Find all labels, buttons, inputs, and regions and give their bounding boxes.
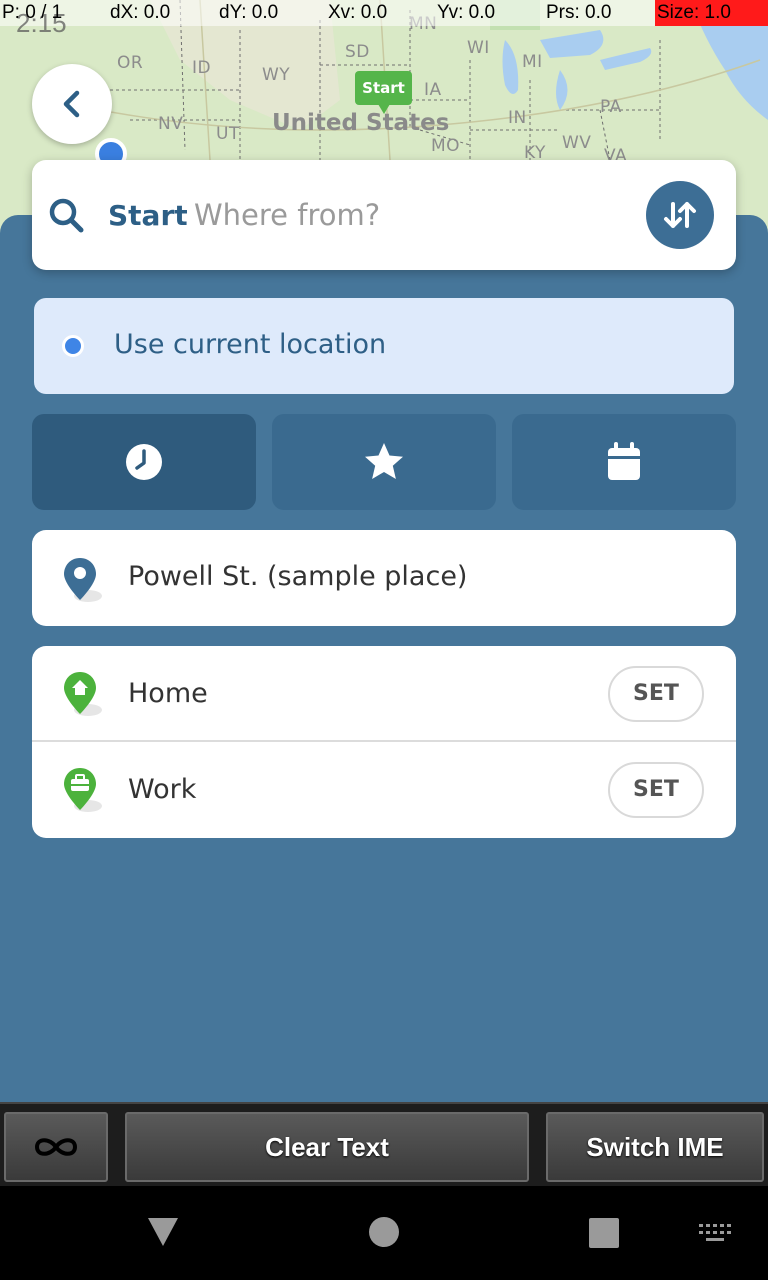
map-state-label: OR <box>117 53 144 73</box>
map-country-label: United States <box>272 110 450 136</box>
overlay-prs: Prs: 0.0 <box>546 2 612 23</box>
map-state-label: MO <box>431 136 461 156</box>
overlay-xv: Xv: 0.0 <box>328 2 388 23</box>
map-state-label: NV <box>158 114 184 134</box>
work-item[interactable]: Work SET <box>32 742 736 838</box>
map-state-label: ID <box>192 58 212 78</box>
chevron-left-icon <box>63 90 80 118</box>
back-nav-icon[interactable] <box>146 1216 180 1248</box>
recents-nav-icon[interactable] <box>588 1217 620 1249</box>
location-dot-icon <box>62 335 84 357</box>
overlay-yv: Yv: 0.0 <box>437 2 496 23</box>
search-label: Start <box>108 199 188 232</box>
start-location-input[interactable] <box>194 196 614 234</box>
tab-calendar[interactable] <box>512 414 736 510</box>
map-state-label: WV <box>562 133 592 153</box>
calendar-icon <box>608 442 640 480</box>
search-icon <box>49 198 84 233</box>
map-state-label: SD <box>345 42 370 62</box>
back-button[interactable] <box>32 64 112 144</box>
ime-toolbar: Clear Text Switch IME <box>0 1102 768 1186</box>
set-home-button[interactable]: SET <box>608 666 704 722</box>
current-location-label: Use current location <box>114 329 387 360</box>
home-item[interactable]: Home SET <box>32 646 736 741</box>
infinity-icon <box>34 1138 78 1156</box>
overlay-dx: dX: 0.0 <box>110 2 171 23</box>
clock-icon <box>126 444 162 480</box>
overlay-pointer: P: 0 / 1 <box>2 2 63 23</box>
recent-place-label: Powell St. (sample place) <box>128 561 468 592</box>
system-navigation-bar <box>0 1186 768 1280</box>
map-state-label: MI <box>522 52 543 72</box>
map-state-label: PA <box>600 97 622 117</box>
map-state-label: IN <box>508 108 527 128</box>
home-label: Home <box>128 678 208 709</box>
recent-place-item[interactable]: Powell St. (sample place) <box>32 530 736 626</box>
map-state-label: UT <box>216 124 240 144</box>
switch-ime-button[interactable]: Switch IME <box>546 1112 764 1182</box>
set-work-button[interactable]: SET <box>608 762 704 818</box>
swap-button[interactable] <box>646 181 714 249</box>
home-nav-icon[interactable] <box>368 1216 400 1248</box>
star-icon <box>365 443 403 479</box>
keyboard-icon[interactable] <box>698 1222 732 1244</box>
map-state-label: WY <box>262 65 291 85</box>
saved-places-list: Home SET Work SET <box>32 646 736 838</box>
tab-favorites[interactable] <box>272 414 496 510</box>
map-state-label: WI <box>467 38 490 58</box>
swap-icon <box>664 202 696 228</box>
work-label: Work <box>128 774 197 805</box>
start-marker[interactable]: Start <box>355 71 412 114</box>
work-pin-icon <box>64 768 102 812</box>
infinity-button[interactable] <box>4 1112 108 1182</box>
clear-text-button[interactable]: Clear Text <box>125 1112 529 1182</box>
map-state-label: IA <box>424 80 442 100</box>
tab-recent[interactable] <box>32 414 256 510</box>
pointer-location-overlay: 2:15 P: 0 / 1 dX: 0.0 dY: 0.0 Xv: 0.0 Yv… <box>0 0 768 38</box>
map-pin-icon <box>64 558 102 602</box>
home-pin-icon <box>64 672 102 716</box>
use-current-location-button[interactable]: Use current location <box>34 298 734 394</box>
overlay-size: Size: 1.0 <box>655 0 768 26</box>
overlay-dy: dY: 0.0 <box>219 2 279 23</box>
